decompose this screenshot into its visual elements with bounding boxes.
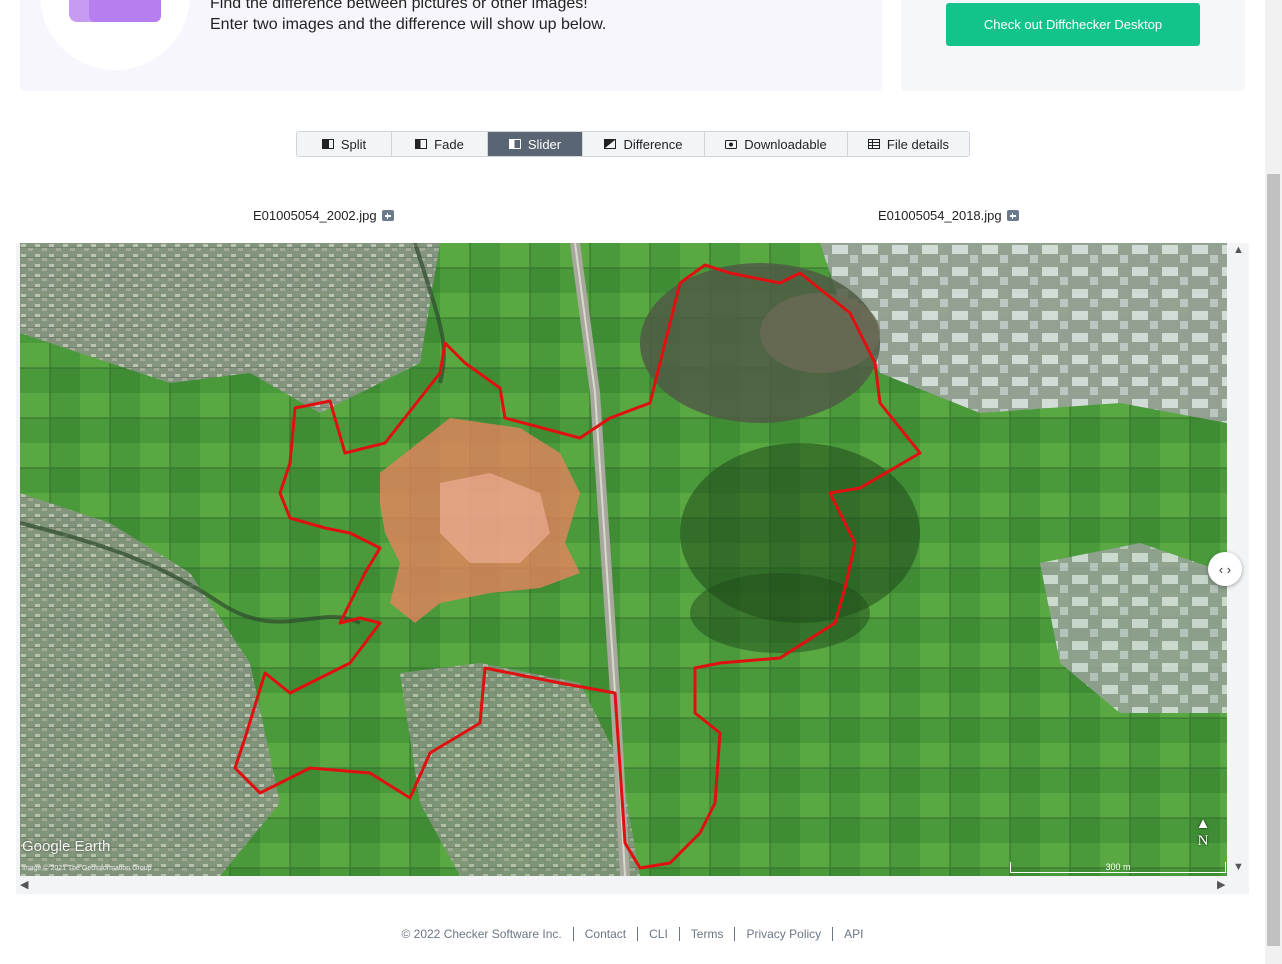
tab-label: Difference — [623, 136, 683, 152]
right-file-label: E01005054_2018.jpg — [878, 208, 1002, 223]
tab-file-details[interactable]: File details — [848, 132, 969, 156]
split-icon — [321, 139, 334, 149]
viewer-horizontal-scrollbar[interactable]: ◀ ▶ — [16, 877, 1228, 894]
image-viewer: ▲ ▼ ◀ ▶ — [16, 243, 1249, 894]
tab-slider[interactable]: Slider — [488, 132, 583, 156]
tab-label: Fade — [434, 136, 464, 152]
page: { "hero": { "line1": "Find the differenc… — [0, 0, 1282, 964]
promo-card: Check out Diffchecker Desktop — [901, 0, 1245, 91]
north-arrow-icon: ▲ N — [1195, 816, 1211, 849]
slider-handle[interactable]: ‹ › — [1208, 552, 1242, 586]
table-icon — [867, 139, 880, 149]
fade-icon — [415, 139, 428, 149]
tab-fade[interactable]: Fade — [392, 132, 488, 156]
camera-icon — [725, 140, 738, 149]
tab-label: Split — [340, 136, 367, 152]
footer-copyright: © 2022 Checker Software Inc. — [390, 927, 574, 941]
aerial-map-image — [20, 243, 1227, 876]
tab-split[interactable]: Split — [297, 132, 392, 156]
tab-downloadable[interactable]: Downloadable — [705, 132, 848, 156]
hero-subline: Enter two images and the difference will… — [210, 16, 607, 33]
footer: © 2022 Checker Software Inc. Contact CLI… — [0, 927, 1265, 941]
hero-headline: Find the difference between pictures or … — [210, 0, 588, 12]
map-scale-bar: 300 m — [1010, 862, 1226, 873]
tab-difference[interactable]: Difference — [583, 132, 705, 156]
left-file-name: E01005054_2002.jpg — [253, 208, 394, 223]
scroll-right-icon[interactable]: ▶ — [1217, 880, 1225, 891]
aerial-map-svg — [20, 243, 1227, 876]
image-compare-icon — [69, 0, 161, 22]
map-credit: Image © 2021 The GeoInformation Group — [22, 865, 152, 872]
add-folder-icon[interactable] — [381, 210, 394, 221]
footer-link-api[interactable]: API — [833, 927, 874, 941]
north-label: N — [1197, 833, 1209, 849]
add-folder-icon[interactable] — [1006, 210, 1019, 221]
desktop-promo-button[interactable]: Check out Diffchecker Desktop — [946, 3, 1200, 46]
right-file-name: E01005054_2018.jpg — [878, 208, 1019, 223]
chevron-left-right-icon: ‹ › — [1218, 561, 1232, 577]
slider-icon — [508, 139, 521, 149]
footer-link-cli[interactable]: CLI — [638, 927, 680, 941]
view-mode-tabs: Split Fade Slider Difference Downloadabl… — [296, 131, 970, 157]
page-scrollbar-thumb[interactable] — [1267, 174, 1280, 946]
tab-label: Downloadable — [744, 136, 827, 152]
scroll-down-icon[interactable]: ▼ — [1233, 862, 1244, 873]
scroll-up-icon[interactable]: ▲ — [1233, 245, 1244, 256]
google-earth-logo: Google Earth — [22, 838, 111, 855]
tab-label: File details — [886, 136, 950, 152]
footer-link-privacy[interactable]: Privacy Policy — [735, 927, 834, 941]
footer-link-contact[interactable]: Contact — [574, 927, 639, 941]
footer-link-terms[interactable]: Terms — [680, 927, 736, 941]
tab-label: Slider — [527, 136, 562, 152]
difference-icon — [604, 139, 617, 149]
left-file-label: E01005054_2002.jpg — [253, 208, 377, 223]
scroll-left-icon[interactable]: ◀ — [20, 880, 28, 891]
hero-banner: Find the difference between pictures or … — [20, 0, 882, 91]
